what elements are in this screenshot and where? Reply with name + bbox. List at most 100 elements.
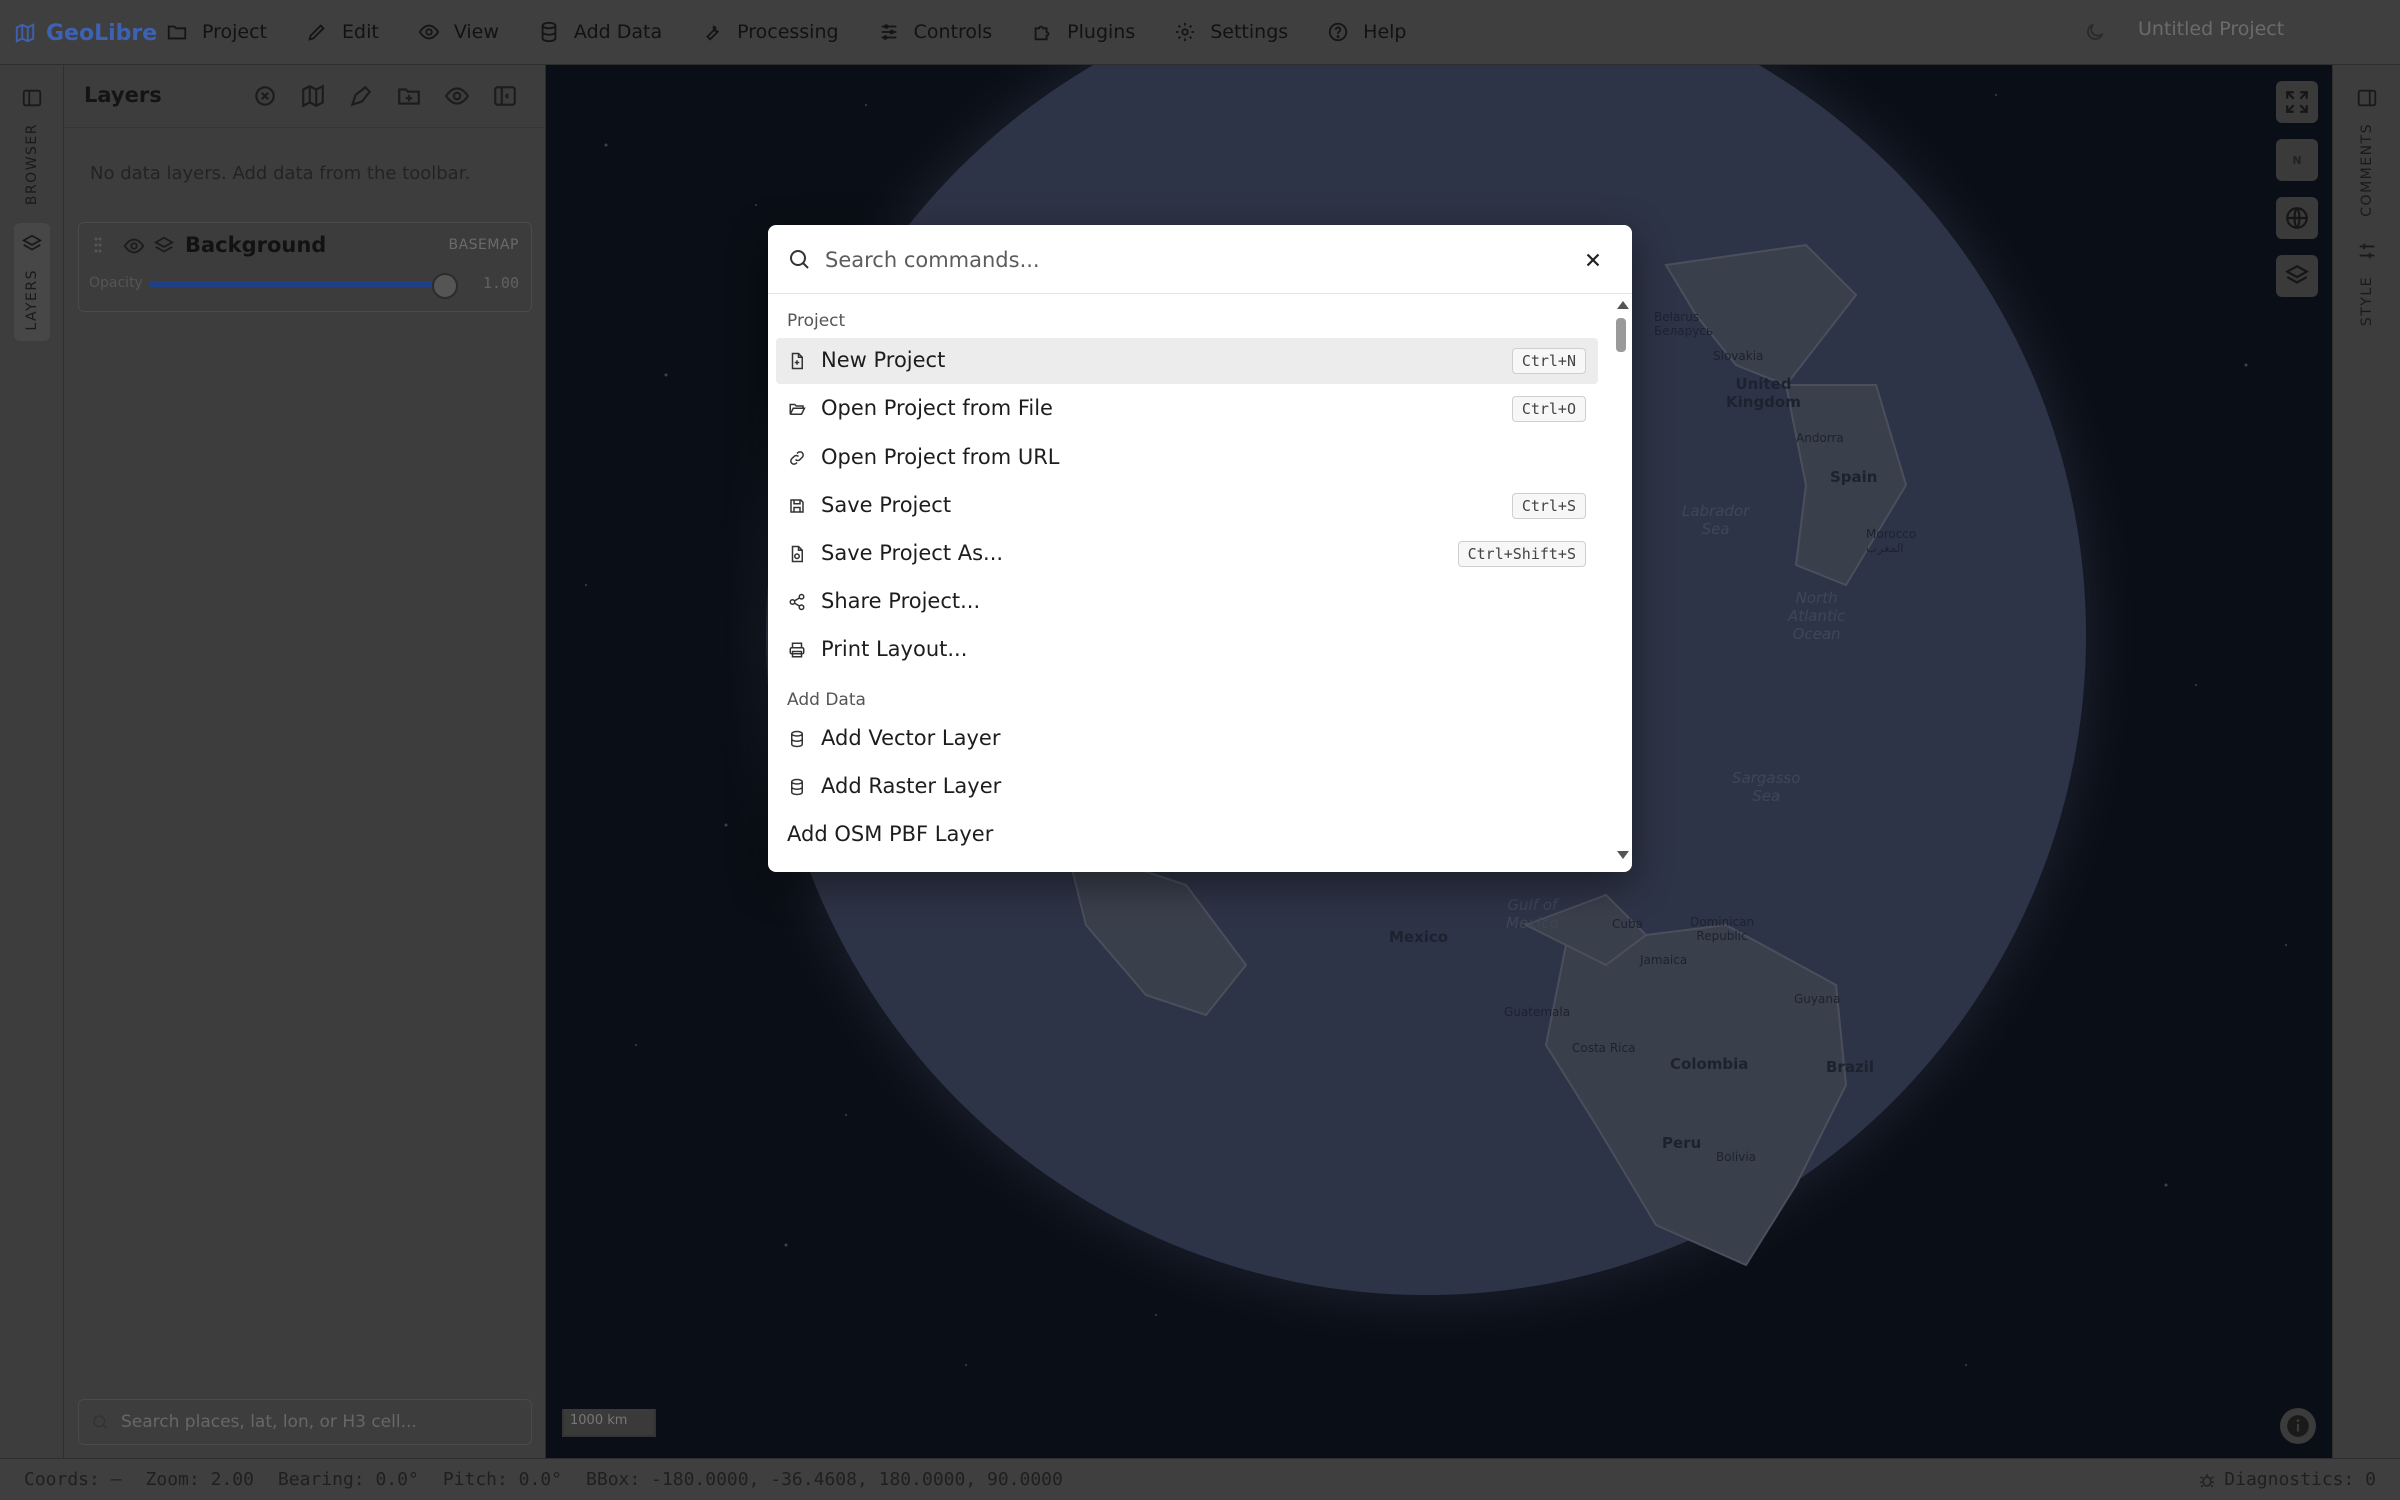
command-shortcut: Ctrl+S [1511, 493, 1586, 519]
command-label: Add Raster Layer [821, 774, 1002, 798]
globe-icon [2286, 207, 2308, 229]
command-group-heading: Project [787, 311, 846, 331]
layer-type-badge: BASEMAP [448, 237, 519, 253]
place-search [78, 1399, 532, 1445]
command-label: Share Project... [821, 589, 981, 613]
layers-panel-header: Layers [64, 65, 546, 128]
menu-processing[interactable]: Processing [701, 12, 859, 52]
command-print-layout[interactable]: Print Layout... [776, 627, 1598, 673]
app-name: GeoLibre [46, 20, 158, 46]
command-list: Project New Project Ctrl+N Open Project … [768, 294, 1612, 872]
draw-icon[interactable] [348, 83, 374, 109]
tab-browser-label: BROWSER [24, 123, 40, 206]
link-icon [790, 451, 804, 465]
close-icon[interactable] [1582, 249, 1604, 271]
collapse-panel-icon[interactable] [492, 83, 518, 109]
share-icon [789, 593, 805, 611]
main-menu: Project Edit View Add Data Processing Co… [166, 12, 1446, 52]
menu-bar: GeoLibre Project Edit View Add Data Proc… [0, 0, 2400, 65]
command-label: Print Layout... [821, 637, 968, 661]
tab-browser[interactable]: BROWSER [14, 87, 50, 205]
command-label: Add OSM PBF Layer [787, 822, 994, 846]
eye-icon[interactable] [123, 235, 145, 257]
command-open-project-file[interactable]: Open Project from File Ctrl+O [776, 386, 1598, 432]
diagnostics-button[interactable]: Diagnostics: 0 [2198, 1469, 2376, 1490]
map-label-belarus: Belarus Беларусь [1654, 310, 1714, 338]
command-add-raster-layer[interactable]: Add Raster Layer [776, 764, 1598, 810]
menu-project[interactable]: Project [166, 12, 288, 52]
tab-comments-label: COMMENTS [2359, 123, 2375, 217]
layer-name: Background [185, 233, 327, 257]
search-icon [93, 1415, 108, 1430]
diagnostics-count: Diagnostics: 0 [2224, 1469, 2376, 1490]
scroll-up-arrow-icon[interactable] [1617, 301, 1629, 309]
map-label-uk: United Kingdom [1726, 375, 1801, 411]
file-save-icon [791, 545, 803, 563]
map-label-bolivia: Bolivia [1716, 1150, 1757, 1164]
command-share-project[interactable]: Share Project... [776, 579, 1598, 625]
command-group-heading: Add Data [787, 690, 866, 710]
wrench-icon [706, 25, 720, 41]
menu-controls[interactable]: Controls [878, 12, 1014, 52]
command-search-input[interactable] [823, 243, 1547, 277]
app-logo[interactable]: GeoLibre [14, 18, 157, 48]
sliders-icon [2359, 243, 2375, 259]
opacity-slider[interactable] [149, 273, 458, 299]
theme-toggle-moon-icon[interactable] [2084, 21, 2106, 43]
menu-view[interactable]: View [418, 12, 520, 52]
status-pitch: Pitch: 0.0° [442, 1469, 563, 1490]
scale-bar: 1000 km [562, 1409, 656, 1437]
menu-plugins[interactable]: Plugins [1031, 12, 1156, 52]
menu-edit[interactable]: Edit [306, 12, 400, 52]
layers-toolbar [252, 83, 518, 109]
gear-icon [1176, 22, 1195, 42]
menu-label: View [453, 21, 499, 43]
tab-comments[interactable]: COMMENTS [2349, 87, 2385, 217]
scroll-down-arrow-icon[interactable] [1617, 851, 1629, 859]
tab-style[interactable]: STYLE [2349, 240, 2385, 326]
fullscreen-icon [2286, 91, 2308, 113]
command-save-project[interactable]: Save Project Ctrl+S [776, 483, 1598, 529]
fullscreen-button[interactable] [2276, 81, 2318, 123]
opacity-slider-thumb[interactable] [432, 273, 458, 299]
command-shortcut: Ctrl+Shift+S [1457, 541, 1586, 567]
command-shortcut: Ctrl+O [1511, 396, 1586, 422]
command-save-project-as[interactable]: Save Project As... Ctrl+Shift+S [776, 531, 1598, 577]
map-label-gulf-of-mexico: Gulf of Mexico [1506, 896, 1559, 932]
layer-switcher-button[interactable] [2276, 255, 2318, 297]
drag-handle-icon[interactable] [93, 235, 103, 255]
bug-icon [2200, 1473, 2215, 1487]
layer-item-background[interactable]: Background BASEMAP Opacity 1.00 [78, 222, 532, 312]
help-circle-icon [1329, 22, 1348, 42]
database-icon [791, 778, 803, 796]
command-add-osm-pbf-layer[interactable]: Add OSM PBF Layer [776, 812, 1598, 858]
menu-add-data[interactable]: Add Data [538, 12, 683, 52]
command-list-scrollbar[interactable] [1612, 294, 1632, 872]
database-icon [541, 21, 557, 43]
place-search-input[interactable] [119, 1411, 503, 1433]
map-label-mexico: Mexico [1389, 928, 1449, 946]
visibility-icon[interactable] [444, 83, 470, 109]
sliders-icon [881, 24, 896, 40]
layers-panel: Layers No data layers. Add data from the… [64, 65, 546, 1458]
attribution-button[interactable] [2280, 1408, 2316, 1444]
right-rail: COMMENTS STYLE [2332, 65, 2400, 1458]
basemap-icon[interactable] [300, 83, 326, 109]
command-new-project[interactable]: New Project Ctrl+N [776, 338, 1598, 384]
command-open-project-url[interactable]: Open Project from URL [776, 435, 1598, 481]
compass-button[interactable]: N [2276, 139, 2318, 181]
menu-help[interactable]: Help [1327, 12, 1427, 52]
menu-settings[interactable]: Settings [1174, 12, 1309, 52]
command-label: New Project [821, 348, 946, 372]
command-label: Open Project from File [821, 396, 1053, 420]
refresh-layers-icon[interactable] [252, 83, 278, 109]
add-group-icon[interactable] [396, 83, 422, 109]
project-title: Untitled Project [2138, 18, 2285, 40]
tab-layers[interactable]: LAYERS [14, 223, 50, 341]
command-label: Save Project As... [821, 541, 1004, 565]
map-label-jamaica: Jamaica [1640, 953, 1688, 967]
command-add-vector-layer[interactable]: Add Vector Layer [776, 716, 1598, 762]
globe-projection-button[interactable] [2276, 197, 2318, 239]
scroll-thumb[interactable] [1616, 318, 1626, 352]
left-rail: BROWSER LAYERS [0, 65, 64, 1458]
